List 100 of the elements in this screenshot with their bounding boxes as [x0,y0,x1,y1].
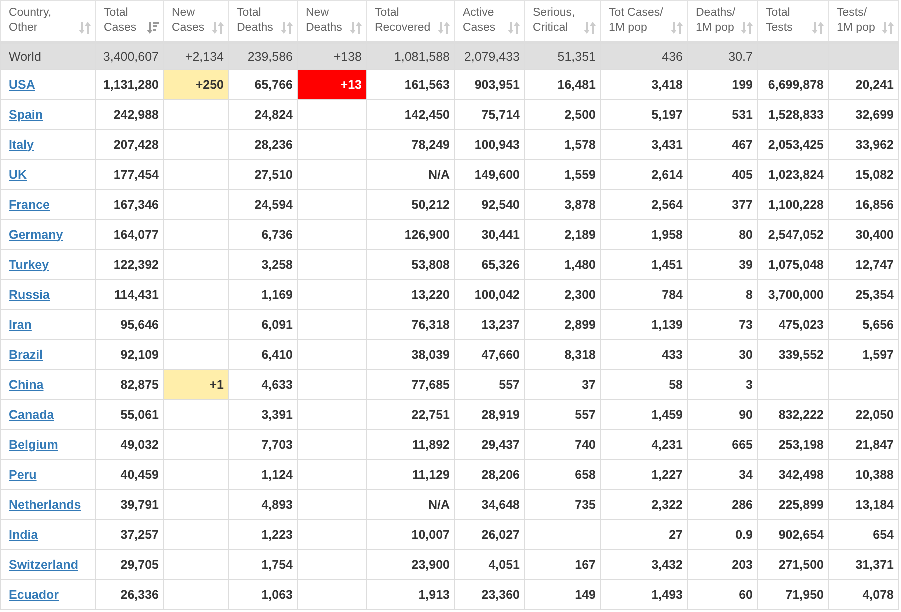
table-cell: 2,079,433 [454,42,524,70]
table-cell: 7,703 [228,430,298,460]
table-cell: +13 [298,70,366,100]
table-cell: 1,913 [366,580,454,610]
table-cell: 55,061 [96,400,164,430]
table-cell: 1,597 [828,340,898,370]
table-cell: 377 [688,190,758,220]
table-cell: 149,600 [454,160,524,190]
table-cell: 1,958 [600,220,688,250]
country-link[interactable]: Spain [9,108,44,122]
table-cell: 1,081,588 [366,42,454,70]
table-cell: 114,431 [96,280,164,310]
table-cell: 6,736 [228,220,298,250]
table-cell: 73 [688,310,758,340]
table-cell: 37 [524,370,600,400]
table-cell: 16,856 [828,190,898,220]
table-cell: 3,391 [228,400,298,430]
table-cell: 654 [828,520,898,550]
table-cell: 11,892 [366,430,454,460]
table-cell: 286 [688,490,758,520]
table-cell: 16,481 [524,70,600,100]
country-link[interactable]: UK [9,168,28,182]
table-cell: 51,351 [524,42,600,70]
table-cell: 161,563 [366,70,454,100]
table-cell: 49,032 [96,430,164,460]
country-link[interactable]: Turkey [9,258,50,272]
table-cell: 3,418 [600,70,688,100]
table-cell: 342,498 [758,460,828,490]
table-cell: 2,322 [600,490,688,520]
table-cell: 2,189 [524,220,600,250]
table-cell: 149 [524,580,600,610]
table-cell: 740 [524,430,600,460]
table-cell: 58 [600,370,688,400]
table-cell: 3,432 [600,550,688,580]
table-cell: 2,564 [600,190,688,220]
table-cell: 6,091 [228,310,298,340]
table-cell: 53,808 [366,250,454,280]
table-cell: 557 [454,370,524,400]
table-cell: 50,212 [366,190,454,220]
table-cell: 903,951 [454,70,524,100]
table-cell: 2,614 [600,160,688,190]
table-cell: 1,100,228 [758,190,828,220]
table-cell: 23,900 [366,550,454,580]
table-cell: 122,392 [96,250,164,280]
table-cell: 13,184 [828,490,898,520]
country-link[interactable]: Italy [9,138,34,152]
table-cell: 735 [524,490,600,520]
table-cell: 1,559 [524,160,600,190]
table-cell: 3,878 [524,190,600,220]
table-cell: 24,824 [228,100,298,130]
table-cell: 6,699,878 [758,70,828,100]
table-cell: 3,700,000 [758,280,828,310]
table-cell: 90 [688,400,758,430]
table-cell: 15,082 [828,160,898,190]
table-cell: 1,124 [228,460,298,490]
table-cell: 225,899 [758,490,828,520]
table-cell: 40,459 [96,460,164,490]
table-cell: 339,552 [758,340,828,370]
table-cell: 4,078 [828,580,898,610]
table-cell: 2,899 [524,310,600,340]
table-cell: 1,528,833 [758,100,828,130]
country-link[interactable]: India [9,528,38,542]
table-cell: 22,751 [366,400,454,430]
table-cell: +1 [164,370,228,400]
table-cell: 24,594 [228,190,298,220]
table-cell: 28,919 [454,400,524,430]
table-cell: 2,053,425 [758,130,828,160]
table-cell: 658 [524,460,600,490]
country-link[interactable]: Peru [9,468,37,482]
table-cell: 13,220 [366,280,454,310]
table-cell: 557 [524,400,600,430]
country-link[interactable]: Iran [9,318,32,332]
table-cell: 167 [524,550,600,580]
table-cell: 531 [688,100,758,130]
table-cell: 30 [688,340,758,370]
table-cell: 27,510 [228,160,298,190]
table-cell: 10,388 [828,460,898,490]
table-cell: 28,206 [454,460,524,490]
table-cell: 30,400 [828,220,898,250]
table-cell: 71,950 [758,580,828,610]
table-cell: 31,371 [828,550,898,580]
table-cell: 5,656 [828,310,898,340]
table-cell: 203 [688,550,758,580]
table-cell: 80 [688,220,758,250]
table-cell: N/A [366,490,454,520]
country-link[interactable]: China [9,378,44,392]
table-cell: 4,231 [600,430,688,460]
table-cell: 271,500 [758,550,828,580]
table-cell: 8,318 [524,340,600,370]
table-cell: 78,249 [366,130,454,160]
table-cell: 22,050 [828,400,898,430]
table-cell: 467 [688,130,758,160]
table-cell: 2,500 [524,100,600,130]
table-cell: 77,685 [366,370,454,400]
country-link[interactable]: Brazil [9,348,44,362]
table-cell: 21,847 [828,430,898,460]
table-cell: 1,578 [524,130,600,160]
country-link[interactable]: USA [9,78,36,92]
table-cell: 1,075,048 [758,250,828,280]
table-cell: 1,169 [228,280,298,310]
